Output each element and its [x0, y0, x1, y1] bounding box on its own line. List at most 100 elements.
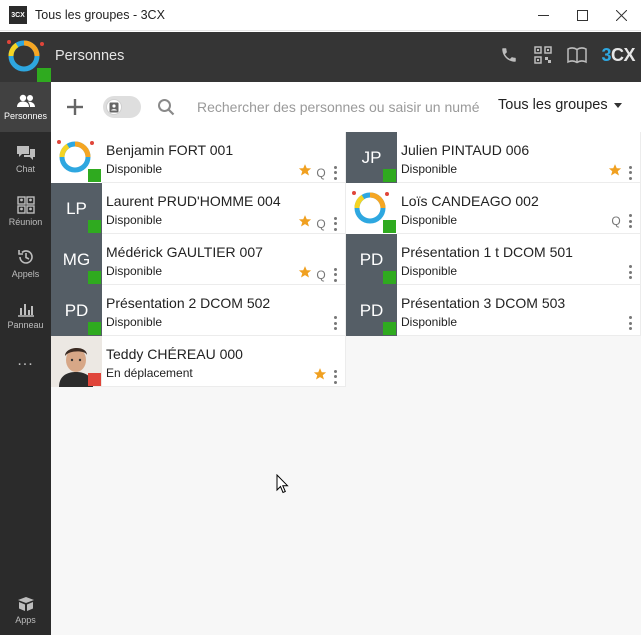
presence-indicator: [88, 322, 101, 335]
people-icon: [16, 94, 35, 107]
search-input[interactable]: [197, 96, 479, 118]
contact-name: Teddy CHÉREAU 000: [106, 346, 243, 362]
close-button[interactable]: [602, 0, 641, 31]
contact-name: Présentation 1 t DCOM 501: [401, 244, 573, 260]
more-options-icon[interactable]: [333, 316, 337, 330]
group-filter-dropdown[interactable]: Tous les groupes: [498, 97, 622, 113]
sidebar-item-label: Apps: [15, 614, 36, 625]
panel-icon: [17, 303, 34, 317]
favorite-star-icon[interactable]: [608, 163, 622, 182]
more-options-icon[interactable]: [333, 267, 337, 282]
contact-avatar: LP: [51, 183, 102, 234]
window-title-bar: 3CX Tous les groupes - 3CX: [0, 0, 641, 31]
user-avatar[interactable]: [0, 32, 51, 82]
contact-status: Disponible: [401, 315, 458, 329]
contact-avatar: PD: [51, 285, 102, 336]
window-title: Tous les groupes - 3CX: [35, 8, 165, 22]
favorite-star-icon[interactable]: [313, 367, 327, 386]
sidebar-item-panneau[interactable]: Panneau: [0, 290, 51, 340]
contact-status: Disponible: [401, 213, 458, 227]
more-options-icon[interactable]: [628, 165, 632, 180]
contact-avatar: JP: [346, 132, 397, 183]
contact-status: Disponible: [106, 213, 163, 227]
avatar-initials: JP: [361, 147, 382, 167]
contact-actions: Q: [298, 265, 337, 284]
contact-actions: [330, 316, 337, 330]
contact-card[interactable]: MG Médérick GAULTIER 007 Disponible Q: [51, 234, 346, 285]
sidebar-item-personnes[interactable]: Personnes: [0, 82, 51, 132]
contact-avatar: [51, 132, 102, 183]
queue-icon[interactable]: Q: [315, 268, 327, 282]
contact-name: Laurent PRUD'HOMME 004: [106, 193, 281, 209]
phone-icon[interactable]: [499, 44, 519, 66]
logo-text-3: 3: [601, 44, 611, 65]
more-menu-button[interactable]: ...: [0, 352, 51, 370]
contact-card-icon: [106, 99, 122, 115]
qr-code-icon[interactable]: [533, 44, 553, 66]
window-controls: [524, 0, 641, 31]
minimize-button[interactable]: [524, 0, 563, 31]
avatar-initials: PD: [359, 249, 384, 269]
queue-icon[interactable]: Q: [610, 214, 622, 228]
contact-status: En déplacement: [106, 366, 193, 380]
contact-name: Présentation 3 DCOM 503: [401, 295, 566, 311]
contact-card[interactable]: PD Présentation 2 DCOM 502 Disponible: [51, 285, 346, 336]
more-options-icon[interactable]: [333, 165, 337, 180]
sidebar: Personnes Chat Réunion Appels Panneau ..…: [0, 82, 51, 635]
sidebar-item-label: Personnes: [3, 110, 48, 121]
presence-indicator: [88, 169, 101, 182]
add-contact-button[interactable]: [65, 97, 85, 117]
more-options-icon[interactable]: [333, 216, 337, 231]
contact-actions: [625, 316, 632, 330]
contact-card[interactable]: Benjamin FORT 001 Disponible Q: [51, 132, 346, 183]
contact-status: Disponible: [106, 162, 163, 176]
presence-indicator: [88, 220, 101, 233]
favorite-star-icon[interactable]: [298, 265, 312, 284]
avatar-initials: LP: [66, 198, 87, 218]
sidebar-item-chat[interactable]: Chat: [0, 134, 51, 184]
presence-indicator: [383, 271, 396, 284]
queue-icon[interactable]: Q: [315, 166, 327, 180]
more-options-icon[interactable]: [333, 369, 337, 384]
apps-box-icon: [17, 596, 34, 611]
sidebar-item-appels[interactable]: Appels: [0, 238, 51, 288]
minimize-icon: [538, 14, 549, 16]
contact-actions: [625, 265, 632, 279]
contact-name: Médérick GAULTIER 007: [106, 244, 263, 260]
contacts-toggle[interactable]: [103, 96, 141, 118]
favorite-star-icon[interactable]: [298, 163, 312, 182]
search-icon[interactable]: [157, 98, 175, 116]
sidebar-item-label: Panneau: [7, 319, 44, 330]
sidebar-item-reunion[interactable]: Réunion: [0, 186, 51, 236]
more-options-icon[interactable]: [628, 265, 632, 279]
presence-indicator: [383, 220, 396, 233]
page-title: Personnes: [55, 48, 125, 64]
avatar-initials: PD: [359, 300, 384, 320]
book-icon[interactable]: [567, 44, 588, 66]
contact-avatar: [51, 336, 102, 387]
3cx-ring-logo-icon: [0, 32, 51, 82]
contact-avatar: PD: [346, 285, 397, 336]
queue-icon[interactable]: Q: [315, 217, 327, 231]
contact-card[interactable]: JP Julien PINTAUD 006 Disponible: [346, 132, 641, 183]
contact-card[interactable]: Teddy CHÉREAU 000 En déplacement: [51, 336, 346, 387]
contact-card[interactable]: LP Laurent PRUD'HOMME 004 Disponible Q: [51, 183, 346, 234]
contact-actions: [608, 163, 632, 182]
contact-avatar: [346, 183, 397, 234]
contact-card[interactable]: PD Présentation 3 DCOM 503 Disponible: [346, 285, 641, 336]
more-options-icon[interactable]: [628, 214, 632, 228]
contact-status: Disponible: [401, 264, 458, 278]
presence-indicator: [88, 271, 101, 284]
contact-name: Julien PINTAUD 006: [401, 142, 530, 158]
more-options-icon[interactable]: [628, 316, 632, 330]
contact-actions: Q: [298, 214, 337, 233]
maximize-button[interactable]: [563, 0, 602, 31]
contact-card[interactable]: Loïs CANDEAGO 002 Disponible Q: [346, 183, 641, 234]
favorite-star-icon[interactable]: [298, 214, 312, 233]
sidebar-item-apps[interactable]: Apps: [0, 585, 51, 635]
plus-icon: [67, 99, 83, 115]
maximize-icon: [577, 9, 588, 21]
contact-card[interactable]: PD Présentation 1 t DCOM 501 Disponible: [346, 234, 641, 285]
header-actions: 3CX: [499, 44, 636, 66]
contact-actions: Q: [298, 163, 337, 182]
